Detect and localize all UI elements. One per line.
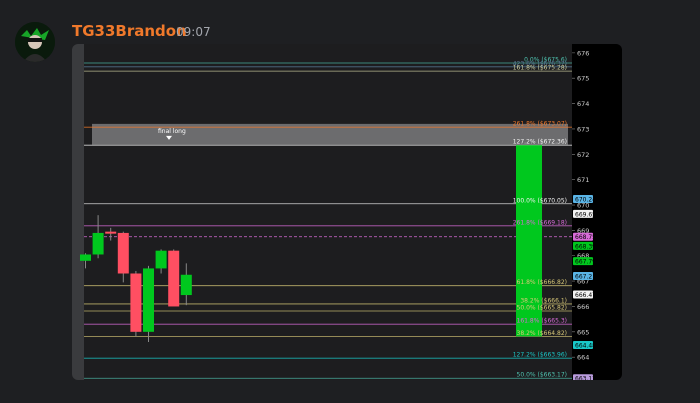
price-badge-label: 663.17 xyxy=(575,376,596,380)
avatar-image xyxy=(15,22,55,62)
y-tick-label: 676 xyxy=(577,49,589,57)
y-tick-label: 666 xyxy=(577,303,589,311)
candle-body xyxy=(92,232,104,255)
fib-label: 127.2% ($663.96) xyxy=(513,352,567,359)
price-badge-label: 668.39 xyxy=(575,243,596,250)
candle-body xyxy=(143,268,154,332)
price-badge-label: 667.79 xyxy=(575,259,596,266)
fib-label: 50.0% ($665.82) xyxy=(517,305,567,312)
price-badge-label: 667.2 xyxy=(575,274,592,281)
price-badge-label: 668.75 xyxy=(575,234,596,241)
price-badge-label: 666.47 xyxy=(575,292,596,299)
fib-label: 38.2% ($664.82) xyxy=(517,330,567,337)
y-tick-label: 665 xyxy=(577,328,589,336)
fib-label: 50.0% ($663.17) xyxy=(517,372,567,379)
candle-body xyxy=(105,231,117,234)
fib-label: 161.8% ($665.3) xyxy=(517,318,567,325)
fib-label: 127.2% ($672.36) xyxy=(513,139,567,146)
price-badge-label: 669.65 xyxy=(575,211,596,218)
y-tick-label: 673 xyxy=(577,125,589,133)
candle-body xyxy=(130,273,142,332)
chat-message: TG33Brandon 09:07 final long 0.0% ($675.6… xyxy=(0,0,700,403)
candlestick-chart: final long0.0% ($675.6)423.6% ($676.37)1… xyxy=(72,44,622,380)
fib-label: 100.0% ($670.05) xyxy=(513,197,567,204)
fib-label: 61.8% ($666.82) xyxy=(517,279,567,286)
candle-body xyxy=(80,254,91,261)
y-tick-label: 671 xyxy=(577,176,589,184)
y-tick-label: 674 xyxy=(577,100,589,108)
fib-label: 261.8% ($669.18) xyxy=(513,219,567,226)
price-badge-label: 664.48 xyxy=(575,343,596,350)
y-tick-label: 672 xyxy=(577,151,589,159)
candle-body xyxy=(168,250,180,307)
username[interactable]: TG33Brandon xyxy=(72,22,187,40)
price-badge-label: 670.24 xyxy=(575,196,596,203)
y-tick-label: 664 xyxy=(577,354,589,362)
fib-label: 161.8% ($675.28) xyxy=(513,65,567,72)
candle-body xyxy=(117,232,129,274)
annotation-label: final long xyxy=(158,128,186,135)
chart-image[interactable]: final long 0.0% ($675.6) 423.6% ($676.37) 1… xyxy=(72,44,622,380)
y-tick-label: 675 xyxy=(577,75,589,83)
candle-body xyxy=(155,250,167,269)
history-strip xyxy=(72,44,84,380)
user-avatar[interactable] xyxy=(15,22,55,62)
candle-body xyxy=(180,274,192,296)
timestamp: 09:07 xyxy=(176,25,211,39)
fib-label: 38.2% ($666.1) xyxy=(520,297,567,304)
fib-label: 261.8% ($673.07) xyxy=(513,121,567,128)
